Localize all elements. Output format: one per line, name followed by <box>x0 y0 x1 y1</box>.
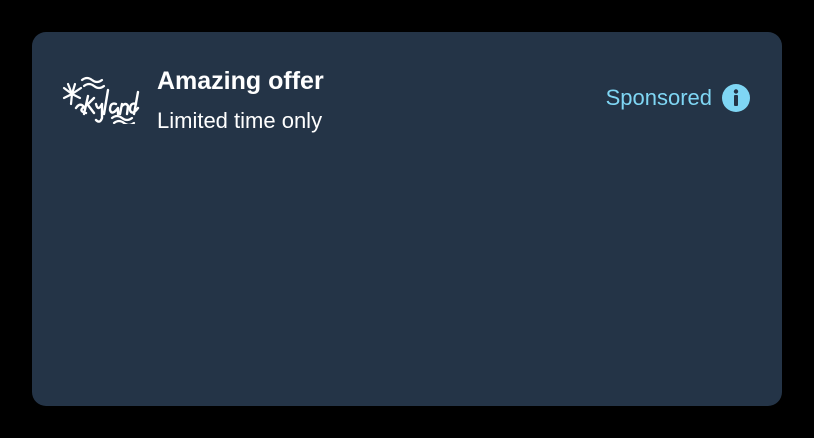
sponsored-info-button[interactable]: Sponsored <box>606 84 750 112</box>
skyland-logo-icon <box>62 74 142 127</box>
sponsored-label: Sponsored <box>605 85 712 110</box>
ad-subtitle: Limited time only <box>157 108 323 133</box>
ad-card[interactable]: Amazing offer Limited time only Sponsore… <box>32 32 782 406</box>
info-icon[interactable] <box>722 84 750 112</box>
ad-title: Amazing offer <box>157 67 324 95</box>
